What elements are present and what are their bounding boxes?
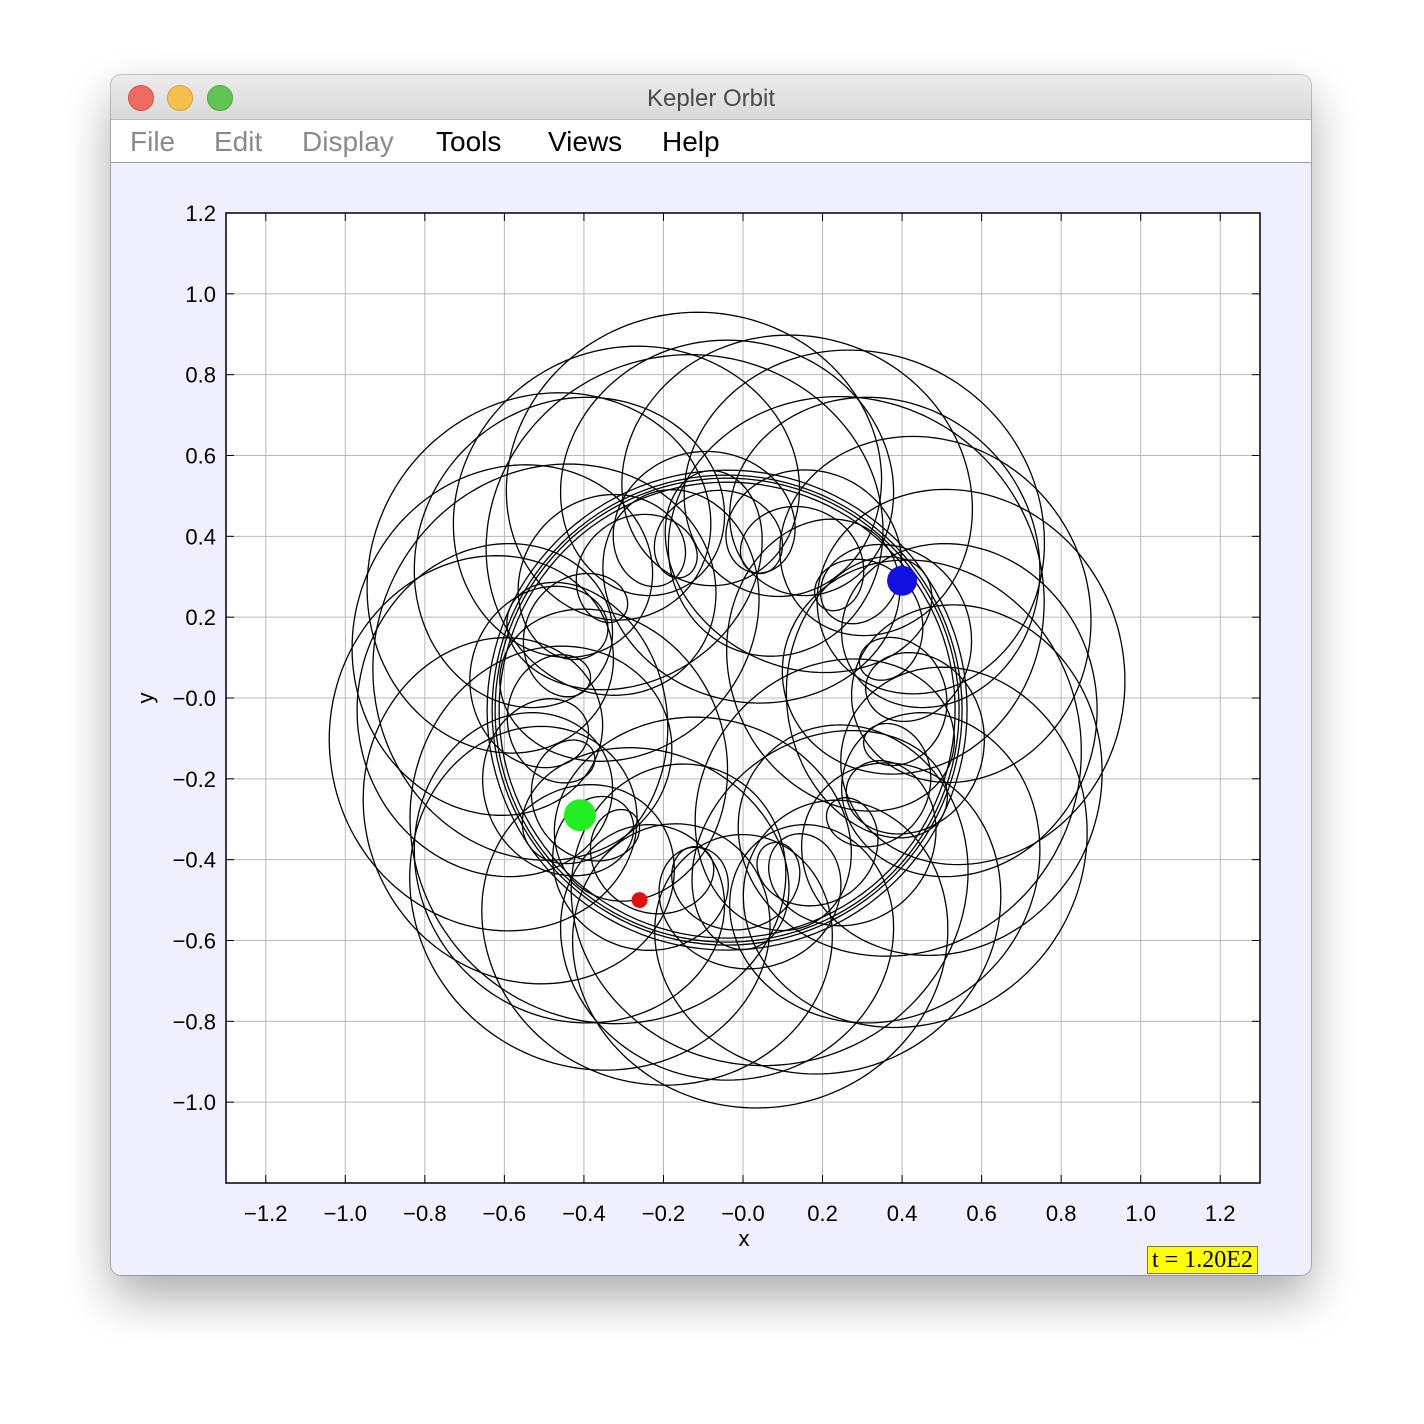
y-tick-label: 0.4 [185,524,216,549]
x-axis-label: x [739,1226,750,1251]
x-tick-label: 0.4 [887,1201,918,1226]
y-tick-label: −0.4 [173,848,216,873]
x-tick-label: −0.6 [483,1201,526,1226]
window-title: Kepler Orbit [646,85,776,112]
y-tick-label: −0.0 [173,686,216,711]
title-bar[interactable]: Kepler Orbit [111,75,1311,120]
y-tick-label: −0.2 [173,767,216,792]
menu-display: Display [302,126,394,157]
y-tick-label: −1.0 [173,1090,216,1115]
menu-tools[interactable]: Tools [436,126,501,158]
x-tick-label: −0.4 [562,1201,605,1226]
y-tick-labels: 1.2 1.0 0.8 0.6 0.4 0.2 −0.0 −0.2 −0.4 −0.6 −0.8 −1… [173,201,216,1115]
x-tick-label: 0.2 [807,1201,838,1226]
body-green[interactable] [563,799,596,832]
menu-views[interactable]: Views [548,126,622,158]
y-tick-label: 0.2 [185,605,216,630]
x-tick-label: −0.8 [403,1201,446,1226]
x-tick-labels: −1.2 −1.0 −0.8 −0.6 −0.4 −0.2 −0.0 0.2 0.4 0.6 0.8… [244,1201,1235,1226]
orbit-plot[interactable]: −1.2 −1.0 −0.8 −0.6 −0.4 −0.2 −0.0 0.2 0.4 0.6 0.8… [111,163,1311,1275]
time-readout: t = 1.20E2 [1147,1246,1258,1274]
app-window: Kepler Orbit File Edit Display Tools Vie… [111,75,1311,1275]
y-tick-label: −0.6 [173,929,216,954]
x-tick-label: 1.0 [1125,1201,1156,1226]
x-tick-label: 1.2 [1205,1201,1236,1226]
y-tick-label: 1.0 [185,282,216,307]
menu-file: File [130,126,176,157]
x-tick-label: −1.2 [244,1201,287,1226]
y-tick-label: 1.2 [185,201,216,226]
x-tick-label: −0.2 [642,1201,685,1226]
body-red[interactable] [631,892,648,909]
y-tick-label: 0.6 [185,444,216,469]
menu-bar: File Edit Display Tools Views Help [111,120,1311,163]
body-blue[interactable] [887,565,918,596]
x-tick-label: −0.0 [721,1201,764,1226]
y-axis-label: y [133,693,158,704]
y-tick-label: −0.8 [173,1009,216,1034]
menu-edit: Edit [214,126,263,157]
y-tick-label: 0.8 [185,363,216,388]
menu-help[interactable]: Help [662,126,720,158]
x-tick-label: −1.0 [324,1201,367,1226]
x-tick-label: 0.6 [966,1201,997,1226]
x-tick-label: 0.8 [1046,1201,1077,1226]
